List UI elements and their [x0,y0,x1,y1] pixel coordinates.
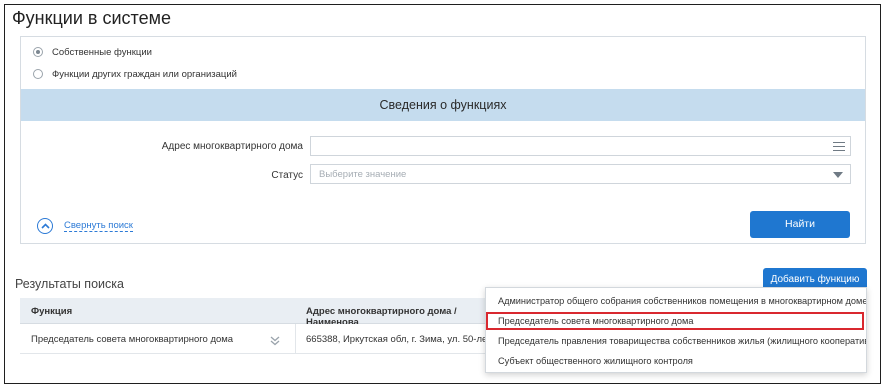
radio-others-label: Функции других граждан или организаций [52,68,237,80]
add-function-dropdown: Администратор общего собрания собственни… [485,287,867,373]
list-menu-icon[interactable] [833,142,845,151]
find-button[interactable]: Найти [750,211,850,238]
dropdown-item-administrator[interactable]: Администратор общего собрания собственни… [486,292,866,310]
results-title: Результаты поиска [15,277,124,291]
chevron-down-icon[interactable] [833,172,843,178]
double-chevron-down-icon[interactable] [270,333,280,351]
column-divider [295,324,296,354]
status-select[interactable]: Выберите значение [310,164,851,184]
table-row[interactable]: Председатель совета многоквартирного дом… [20,324,511,354]
chevron-up-circle-icon[interactable] [37,218,53,234]
dropdown-item-council-chairman[interactable]: Председатель совета многоквартирного дом… [486,312,864,330]
dropdown-item-board-chairman[interactable]: Председатель правления товарищества собс… [486,332,866,350]
radio-own-label: Собственные функции [52,46,152,58]
dropdown-item-control-subject[interactable]: Субъект общественного жилищного контроля [486,352,866,370]
address-label: Адрес многоквартирного дома [161,141,303,152]
collapse-search-link[interactable]: Свернуть поиск [37,218,133,234]
page-title: Функции в системе [12,8,171,28]
search-panel: Собственные функции Функции других гражд… [20,36,866,244]
row-address-cell: 665388, Иркутская обл, г. Зима, ул. 50-л… [306,334,512,345]
address-field[interactable] [310,136,851,156]
results-table-header: Функция Адрес многоквартирного дома / На… [20,298,496,328]
info-section-header: Сведения о функциях [21,89,865,121]
radio-other-functions[interactable]: Функции других граждан или организаций [33,66,237,82]
row-function-cell: Председатель совета многоквартирного дом… [31,334,234,345]
status-placeholder: Выберите значение [319,169,407,180]
radio-dot-selected[interactable] [33,47,43,57]
radio-dot[interactable] [33,69,43,79]
collapse-search-label[interactable]: Свернуть поиск [64,220,133,232]
radio-own-functions[interactable]: Собственные функции [33,44,152,60]
status-label: Статус [271,170,303,181]
column-header-function[interactable]: Функция [31,306,72,317]
